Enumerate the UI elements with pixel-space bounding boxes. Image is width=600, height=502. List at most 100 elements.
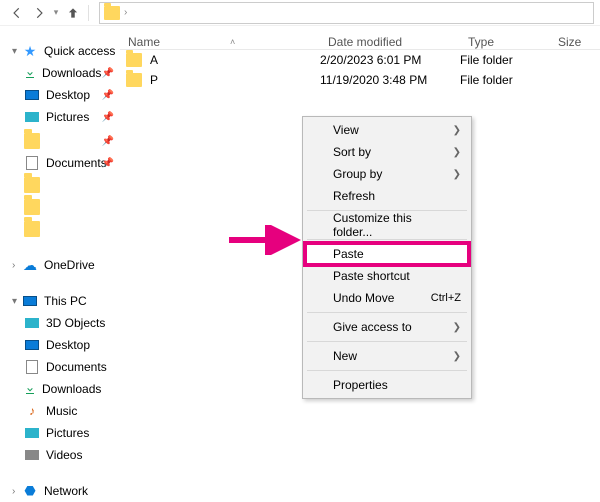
sidebar-label: Documents [46, 156, 107, 170]
pc-icon [22, 293, 38, 309]
sidebar-documents-pc[interactable]: Documents [8, 356, 120, 378]
sidebar-3d-objects[interactable]: 3D Objects [8, 312, 120, 334]
sidebar-label: Quick access [44, 44, 115, 58]
sidebar-label: Videos [46, 448, 82, 462]
ctx-paste[interactable]: Paste [305, 243, 469, 265]
cloud-icon: ☁ [22, 257, 38, 273]
ctx-sort-by[interactable]: Sort by❯ [305, 141, 469, 163]
pin-icon: 📌 [102, 68, 114, 79]
pin-icon: 📌 [102, 158, 114, 169]
column-headers: Name ˄ Date modified Type Size [120, 26, 600, 50]
folder-icon [24, 177, 40, 193]
column-header-type[interactable]: Type [460, 35, 550, 49]
file-row[interactable]: A 2/20/2023 6:01 PM File folder [120, 50, 600, 70]
desktop-icon [24, 87, 40, 103]
star-icon: ★ [22, 43, 38, 59]
download-icon [24, 383, 36, 395]
ctx-group-by[interactable]: Group by❯ [305, 163, 469, 185]
sidebar-label: Downloads [42, 66, 101, 80]
ctx-separator [307, 341, 467, 342]
sidebar-pictures[interactable]: Pictures 📌 [8, 106, 120, 128]
music-icon: ♪ [24, 403, 40, 419]
sidebar-folder-4[interactable] [8, 218, 120, 240]
ctx-refresh[interactable]: Refresh [305, 185, 469, 207]
pictures-icon [24, 109, 40, 125]
file-name: P [150, 73, 158, 87]
folder-icon [126, 73, 142, 87]
file-row[interactable]: P 11/19/2020 3:48 PM File folder [120, 70, 600, 90]
navigation-pane: ▾ ★ Quick access Downloads 📌 Desktop 📌 P… [0, 26, 120, 502]
folder-icon [24, 199, 40, 215]
file-date: 11/19/2020 3:48 PM [320, 73, 460, 87]
nav-toolbar: ▾ › [0, 0, 600, 26]
chevron-right-icon: ❯ [453, 351, 461, 362]
column-header-date[interactable]: Date modified [320, 35, 460, 49]
sidebar-label: 3D Objects [46, 316, 105, 330]
sidebar-documents[interactable]: Documents 📌 [8, 152, 120, 174]
sidebar-music[interactable]: ♪ Music [8, 400, 120, 422]
sidebar-quick-access[interactable]: ▾ ★ Quick access [8, 40, 120, 62]
chevron-right-icon: ❯ [453, 147, 461, 158]
toolbar-separator [88, 5, 89, 21]
sidebar-folder-2[interactable] [8, 174, 120, 196]
column-header-size[interactable]: Size [550, 35, 600, 49]
sidebar-label: Pictures [46, 426, 89, 440]
ctx-properties[interactable]: Properties [305, 374, 469, 396]
download-icon [24, 67, 36, 79]
forward-button[interactable] [28, 2, 50, 24]
sidebar-label: Network [44, 484, 88, 498]
pictures-icon [24, 425, 40, 441]
ctx-paste-shortcut[interactable]: Paste shortcut [305, 265, 469, 287]
sidebar-network[interactable]: › ⬣ Network [8, 480, 120, 502]
address-bar[interactable]: › [99, 2, 594, 24]
sidebar-desktop[interactable]: Desktop 📌 [8, 84, 120, 106]
videos-icon [24, 447, 40, 463]
ctx-give-access[interactable]: Give access to❯ [305, 316, 469, 338]
pin-icon: 📌 [102, 136, 114, 147]
ctx-view[interactable]: View❯ [305, 119, 469, 141]
sidebar-videos[interactable]: Videos [8, 444, 120, 466]
recent-dropdown[interactable]: ▾ [50, 2, 62, 24]
chevron-down-icon: ▾ [12, 296, 22, 307]
sidebar-label: OneDrive [44, 258, 95, 272]
ctx-new[interactable]: New❯ [305, 345, 469, 367]
sidebar-label: Downloads [42, 382, 101, 396]
sidebar-folder-3[interactable] [8, 196, 120, 218]
chevron-right-icon: › [12, 260, 22, 271]
pin-icon: 📌 [102, 112, 114, 123]
ctx-separator [307, 239, 467, 240]
chevron-right-icon: ❯ [453, 322, 461, 333]
network-icon: ⬣ [22, 483, 38, 499]
sidebar-folder-1[interactable]: 📌 [8, 130, 120, 152]
sidebar-label: Pictures [46, 110, 89, 124]
sidebar-downloads[interactable]: Downloads 📌 [8, 62, 120, 84]
context-menu: View❯ Sort by❯ Group by❯ Refresh Customi… [302, 116, 472, 399]
chevron-right-icon: ❯ [453, 169, 461, 180]
pin-icon: 📌 [102, 90, 114, 101]
file-date: 2/20/2023 6:01 PM [320, 53, 460, 67]
sidebar-pictures-pc[interactable]: Pictures [8, 422, 120, 444]
sort-indicator-icon: ˄ [230, 37, 235, 47]
objects3d-icon [24, 315, 40, 331]
sidebar-label: This PC [44, 294, 87, 308]
up-button[interactable] [62, 2, 84, 24]
back-button[interactable] [6, 2, 28, 24]
desktop-icon [24, 337, 40, 353]
sidebar-label: Music [46, 404, 77, 418]
ctx-hotkey: Ctrl+Z [431, 292, 461, 304]
sidebar-label: Desktop [46, 88, 90, 102]
chevron-right-icon: › [12, 486, 22, 497]
chevron-right-icon: ❯ [453, 125, 461, 136]
folder-icon [104, 6, 120, 20]
folder-icon [126, 53, 142, 67]
documents-icon [24, 155, 40, 171]
sidebar-label: Desktop [46, 338, 90, 352]
ctx-undo-move[interactable]: Undo MoveCtrl+Z [305, 287, 469, 309]
sidebar-this-pc[interactable]: ▾ This PC [8, 290, 120, 312]
sidebar-label: Documents [46, 360, 107, 374]
ctx-customize[interactable]: Customize this folder... [305, 214, 469, 236]
column-header-name[interactable]: Name ˄ [120, 35, 320, 49]
sidebar-onedrive[interactable]: › ☁ OneDrive [8, 254, 120, 276]
sidebar-downloads-pc[interactable]: Downloads [8, 378, 120, 400]
sidebar-desktop-pc[interactable]: Desktop [8, 334, 120, 356]
